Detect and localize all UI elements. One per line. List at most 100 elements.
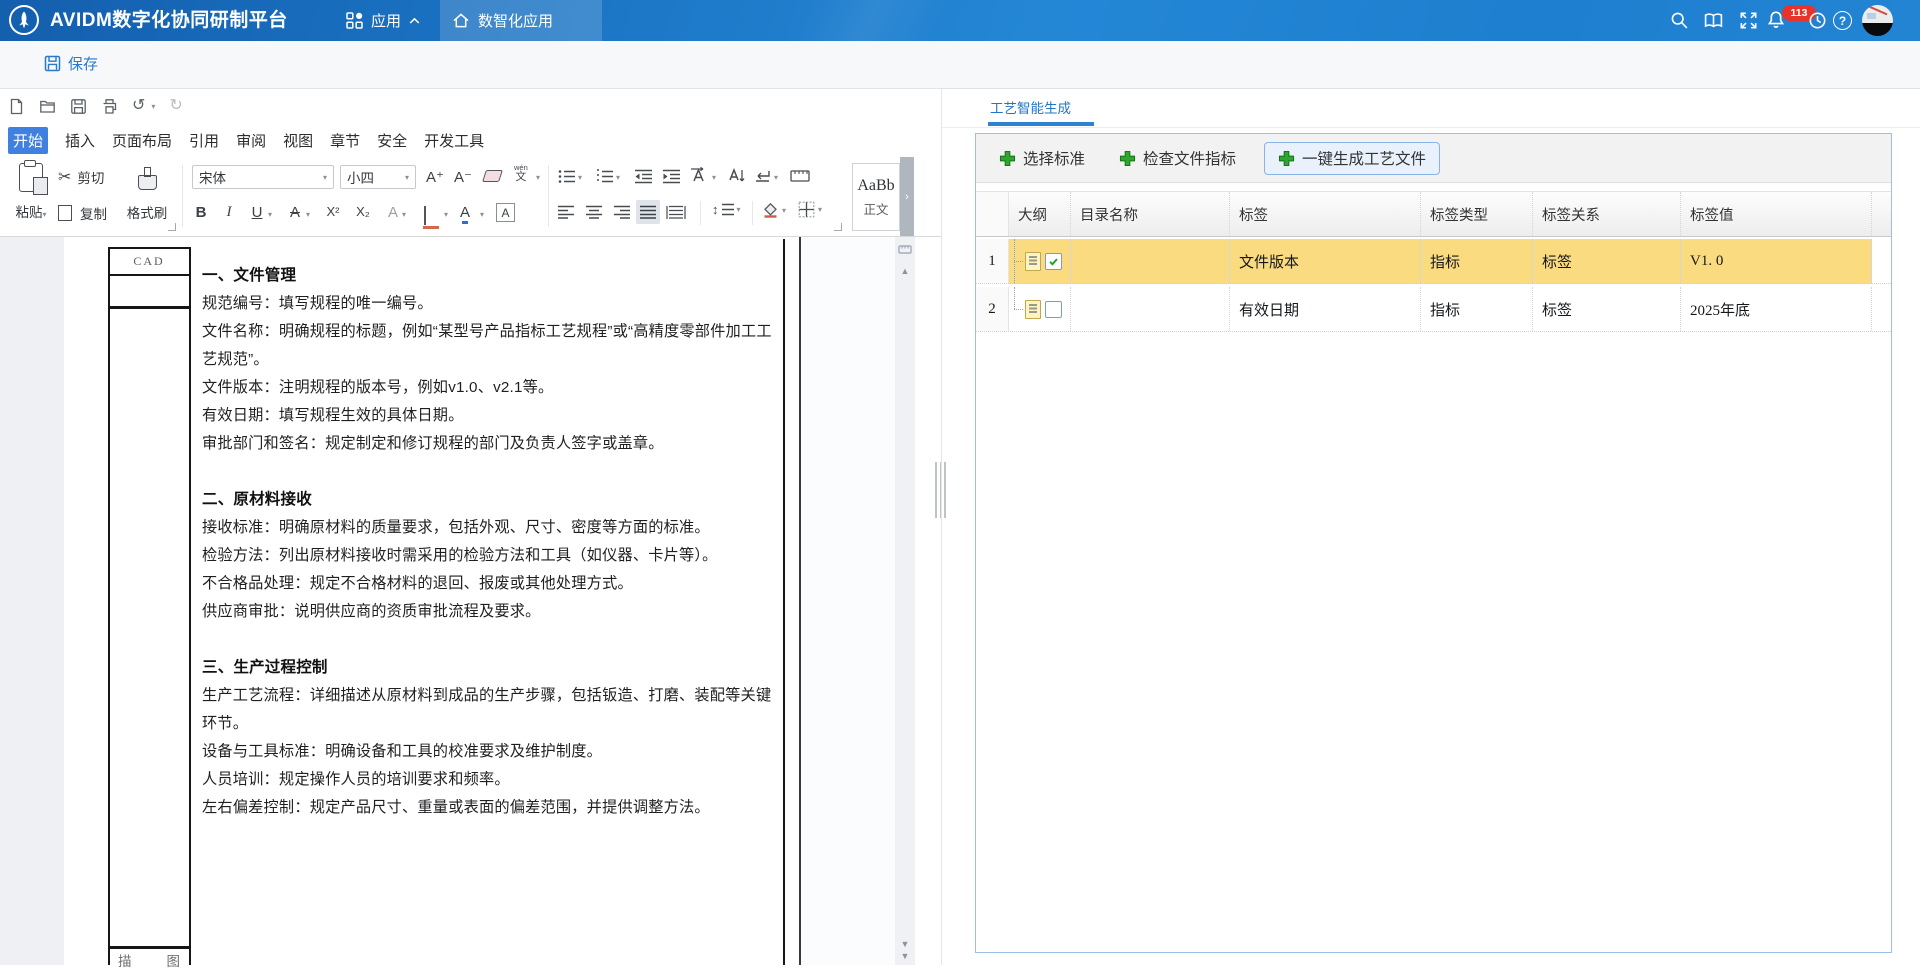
font-size-select[interactable]: 小四▾	[340, 165, 416, 189]
numbered-list-icon[interactable]	[596, 169, 614, 184]
bold-button[interactable]: B	[190, 204, 212, 221]
grow-font-button[interactable]: A⁺	[424, 168, 446, 186]
directory-name-cell[interactable]	[1071, 287, 1230, 331]
fullscreen-icon[interactable]	[1739, 11, 1758, 30]
open-folder-icon[interactable]	[39, 98, 56, 115]
check-file-indicators-button[interactable]: 检查文件指标	[1113, 143, 1242, 174]
borders-button[interactable]: ▾	[798, 201, 822, 218]
group-expand-mark[interactable]	[168, 223, 176, 231]
cut-button[interactable]: ✂ 剪切	[58, 167, 104, 187]
row-checkbox-unchecked[interactable]	[1045, 301, 1062, 318]
scroll-down-icon[interactable]: ▼	[895, 940, 915, 949]
nav-apps[interactable]: 应用	[346, 0, 420, 41]
phonetic-caret-icon[interactable]: ▾	[536, 173, 540, 182]
highlight-color-icon[interactable]	[424, 206, 426, 225]
document-text[interactable]: 一、文件管理 规范编号：填写规程的唯一编号。 文件名称：明确规程的标题，例如“某…	[202, 262, 779, 822]
menu-tab-dev-tools[interactable]: 开发工具	[424, 130, 484, 151]
menu-tab-view[interactable]: 视图	[283, 130, 313, 151]
label-cell[interactable]: 文件版本	[1230, 239, 1421, 283]
history-clock-icon[interactable]	[1808, 11, 1827, 30]
pane-divider[interactable]	[941, 89, 942, 965]
increase-indent-icon[interactable]	[662, 169, 681, 184]
distribute-text-button[interactable]	[664, 200, 688, 224]
document-canvas[interactable]: CAD 描 图 一、文件管理 规范编号：填写规程的唯一编号。 文件名称：明确规程…	[0, 237, 941, 965]
header-label-type[interactable]: 标签类型	[1421, 192, 1533, 236]
bullet-list-caret-icon[interactable]: ▾	[578, 173, 582, 182]
character-scale-caret-icon[interactable]: ▾	[712, 173, 716, 182]
style-gallery-expander[interactable]: ›	[900, 157, 914, 236]
menu-tab-references[interactable]: 引用	[189, 130, 219, 151]
align-center-button[interactable]	[582, 200, 606, 224]
avatar[interactable]	[1862, 5, 1893, 36]
manual-book-icon[interactable]	[1704, 12, 1723, 29]
line-break-icon[interactable]	[754, 169, 772, 183]
menu-tab-page-layout[interactable]: 页面布局	[112, 130, 172, 151]
strikethrough-caret-icon[interactable]: ▾	[306, 210, 310, 219]
style-gallery-normal[interactable]: AaBb 正文	[852, 163, 900, 231]
undo-icon[interactable]: ↺	[132, 98, 145, 114]
header-directory-name[interactable]: 目录名称	[1071, 192, 1230, 236]
save-button[interactable]: 保存	[44, 53, 98, 74]
editor-vertical-scrollbar[interactable]: ▲ ▼ ▼	[895, 237, 915, 965]
redo-icon[interactable]: ↻	[169, 98, 182, 114]
label-relation-cell[interactable]: 标签	[1533, 239, 1681, 283]
shrink-font-button[interactable]: A⁻	[452, 168, 474, 186]
font-color-caret-icon[interactable]: ▾	[480, 210, 484, 219]
quick-save-icon[interactable]	[70, 98, 87, 115]
menu-tab-insert[interactable]: 插入	[65, 130, 95, 151]
header-label-value[interactable]: 标签值	[1681, 192, 1872, 236]
ruler-toggle-icon[interactable]	[898, 244, 912, 255]
italic-button[interactable]: I	[218, 204, 240, 221]
menu-tab-home[interactable]: 开始	[8, 127, 48, 154]
numbered-list-caret-icon[interactable]: ▾	[616, 173, 620, 182]
print-icon[interactable]	[101, 98, 118, 115]
format-painter-button[interactable]: 格式刷	[122, 165, 172, 222]
menu-tab-review[interactable]: 审阅	[236, 130, 266, 151]
search-icon[interactable]	[1670, 11, 1689, 30]
table-row[interactable]: 2 有效日期 指标 标签 2025年底	[976, 287, 1891, 332]
undo-caret-icon[interactable]: ▾	[151, 102, 155, 111]
decrease-indent-icon[interactable]	[634, 169, 653, 184]
line-spacing-button[interactable]: ↕ ▾	[712, 202, 741, 217]
tab-process-intelligent-generation[interactable]: 工艺智能生成	[990, 97, 1071, 117]
menu-tab-section[interactable]: 章节	[330, 130, 360, 151]
directory-name-cell[interactable]	[1071, 239, 1230, 283]
label-relation-cell[interactable]: 标签	[1533, 287, 1681, 331]
superscript-button[interactable]: X²	[322, 204, 344, 219]
nav-workspace[interactable]: 数智化应用	[440, 0, 602, 41]
header-outline[interactable]: 大纲	[1009, 192, 1071, 236]
highlight-caret-icon[interactable]: ▾	[444, 210, 448, 219]
character-border-button[interactable]: A	[496, 203, 515, 222]
bullet-list-icon[interactable]	[558, 169, 576, 184]
font-color-button[interactable]: A	[460, 204, 470, 221]
font-name-select[interactable]: 宋体▾	[192, 165, 334, 189]
select-standard-button[interactable]: 选择标准	[993, 143, 1091, 174]
pane-divider-handle[interactable]	[935, 462, 946, 518]
label-value-cell[interactable]: V1. 0	[1681, 239, 1872, 283]
label-type-cell[interactable]: 指标	[1421, 239, 1533, 283]
subscript-button[interactable]: X₂	[352, 204, 374, 219]
strikethrough-button[interactable]: A	[284, 204, 306, 221]
header-label-relation[interactable]: 标签关系	[1533, 192, 1681, 236]
header-label[interactable]: 标签	[1230, 192, 1421, 236]
table-row[interactable]: 1 文件版本 指标 标签 V1. 0	[976, 239, 1891, 284]
group-expand-mark[interactable]	[834, 223, 842, 231]
clear-format-eraser-icon[interactable]	[482, 170, 503, 182]
align-justify-button[interactable]	[636, 200, 660, 224]
text-effects-caret-icon[interactable]: ▾	[402, 210, 406, 219]
text-direction-icon[interactable]	[728, 167, 746, 184]
scroll-up-icon[interactable]: ▲	[895, 267, 915, 276]
help-icon[interactable]: ?	[1833, 11, 1852, 30]
label-type-cell[interactable]: 指标	[1421, 287, 1533, 331]
new-document-icon[interactable]	[8, 98, 25, 115]
shading-button[interactable]: ▾	[762, 202, 786, 218]
align-right-button[interactable]	[610, 200, 634, 224]
paste-button[interactable]: 粘贴▾	[10, 163, 52, 221]
align-left-button[interactable]	[554, 200, 578, 224]
text-effects-button[interactable]: A	[382, 204, 404, 221]
row-checkbox-checked[interactable]	[1045, 253, 1062, 270]
line-break-caret-icon[interactable]: ▾	[774, 173, 778, 182]
underline-button[interactable]: U	[246, 204, 268, 221]
label-cell[interactable]: 有效日期	[1230, 287, 1421, 331]
menu-tab-security[interactable]: 安全	[377, 130, 407, 151]
